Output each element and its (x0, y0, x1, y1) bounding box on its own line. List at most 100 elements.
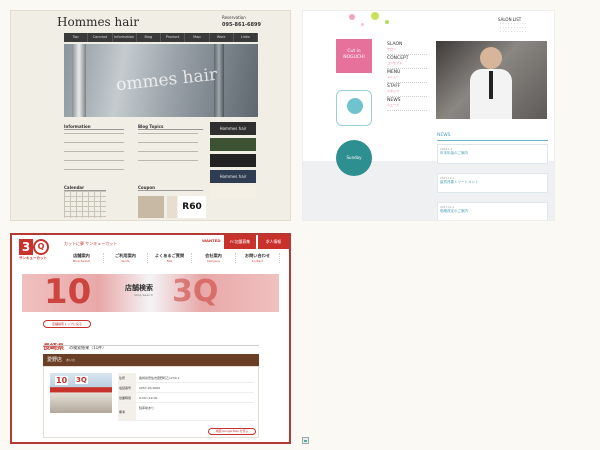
info-key: 住所 (118, 373, 136, 382)
storefront-sign: 3Q (75, 376, 88, 384)
side-banner[interactable] (210, 138, 256, 151)
google-map-button[interactable]: 地図 Google Map を見る (208, 428, 256, 435)
nav-item-company[interactable]: 会社案内 Company (192, 253, 236, 263)
side-banner[interactable]: Hommes hair (210, 170, 256, 183)
hero-text: ommes hair (115, 64, 219, 96)
cut-in-noguchi-thumbnail[interactable]: Cut in NOGUCHI Sunday SLAON サロン CONCEPT コン… (302, 10, 555, 221)
nav-item[interactable]: Map (185, 33, 210, 42)
nav-sub: Company (206, 259, 221, 263)
side-banner[interactable] (210, 186, 256, 199)
logo-line: Cut in (347, 49, 361, 54)
calendar-grid[interactable] (64, 191, 106, 218)
news-title: 年末年始のご案内 (440, 151, 468, 155)
logo-line: NOGUCHI (343, 55, 365, 60)
decor-dot (349, 14, 355, 20)
info-row: 備考 駐車場あり (118, 403, 254, 421)
info-value: 0957-00-0000 (139, 386, 161, 390)
illustration-badge[interactable] (336, 90, 372, 126)
sunday-badge[interactable]: Sunday (336, 140, 372, 176)
nav-sub: FAQ (166, 259, 173, 263)
nav-sub: Contact (252, 259, 263, 263)
reservation-label: Reservation (222, 15, 246, 20)
news-item[interactable]: 2018.1.1 年末年始のご案内 (437, 144, 548, 164)
recruit-button[interactable]: 求人情報 (258, 235, 289, 249)
info-value: 長崎県雲仙市愛野町乙1234-1 (139, 376, 180, 380)
information-heading: Information (64, 124, 124, 130)
wanted-label[interactable]: WANTED (202, 238, 220, 243)
coupon-photo[interactable] (167, 196, 177, 218)
info-key: 電話番号 (118, 383, 136, 392)
decor-dot (385, 20, 389, 24)
information-list (64, 133, 124, 178)
site-logo[interactable]: Cut in NOGUCHI (336, 39, 372, 73)
side-menu: SLAON サロン CONCEPT コンセプト MENU メニュー STAFF スタッフ… (387, 42, 427, 112)
hommes-hair-thumbnail[interactable]: Hommes hair Reservation 095-861-6899 Top… (10, 10, 291, 221)
salon-list: ・・・・・・・・・・ ・・・・・・・・・・ ・・・・・・・・・・ (499, 22, 527, 34)
coupon-photo[interactable] (138, 196, 164, 218)
news-item[interactable]: 2017.12.1 髪質改善トリートメント (437, 173, 548, 193)
news-item[interactable]: 2017.11.1 価格改定のご案内 (437, 202, 548, 220)
decor-dot (361, 23, 364, 26)
info-row: 営業時間 9:00〜19:00 (118, 393, 254, 403)
info-key: 備考 (118, 403, 136, 420)
fc-button[interactable]: FC加盟募集 (224, 235, 256, 249)
info-key: 営業時間 (118, 393, 136, 402)
shop-info-table: 住所 長崎県雲仙市愛野町乙1234-1 電話番号 0957-00-0000 営業時間… (118, 373, 254, 421)
menu-sub: スタッフ (387, 89, 400, 93)
site-logo[interactable]: Hommes hair (57, 15, 139, 29)
blog-list (138, 133, 198, 169)
coupon-r60[interactable]: R60 (178, 196, 206, 218)
info-row: 電話番号 0957-00-0000 (118, 383, 254, 393)
hero-title: 店舗検索 (125, 284, 153, 292)
menu-item-news[interactable]: NEWS ニュース (387, 98, 427, 111)
nav-item[interactable]: Product (161, 33, 186, 42)
nav-item[interactable]: Links (234, 33, 258, 42)
back-to-search-button[interactable]: 店舗検索トップに戻る (43, 320, 91, 328)
news-title: 価格改定のご案内 (440, 209, 468, 213)
shop-card: 10 3Q 住所 長崎県雲仙市愛野町乙1234-1 電話番号 0957-00-000… (43, 366, 259, 438)
tagline: カットに夢 サンキューカット (64, 241, 118, 246)
glass-pillar (72, 44, 86, 117)
face-icon (347, 98, 363, 114)
blog-heading: Blog Topics (138, 124, 203, 130)
coupon-heading: Coupon (138, 185, 203, 191)
side-banner[interactable] (210, 154, 256, 167)
hero-image: ommes hair (64, 44, 258, 117)
nav-item-shop[interactable]: 店舗案内 Shop Search (60, 253, 104, 263)
nav-item-guide[interactable]: ご利用案内 Guide (104, 253, 148, 263)
nav-item[interactable]: Work (210, 33, 234, 42)
global-nav: Top Concept Information Blog Product Map… (64, 33, 258, 42)
shop-kana: あいの (66, 358, 76, 362)
nav-item[interactable]: Top (64, 33, 89, 42)
menu-sub: メニュー (387, 75, 400, 79)
qcut-thumbnail[interactable]: 3 Q サンキューカット カットに夢 サンキューカット WANTED FC加盟募… (10, 233, 291, 444)
info-value: 9:00〜19:00 (139, 396, 158, 400)
info-row: 住所 長崎県雲仙市愛野町乙1234-1 (118, 373, 254, 383)
menu-item-concept[interactable]: CONCEPT コンセプト (387, 56, 427, 69)
hero-subtitle: Shop Search (134, 293, 153, 297)
side-banner[interactable]: Hommes hair (210, 122, 256, 135)
brand-name: サンキューカット (19, 256, 47, 260)
phone-number: 095-861-6899 (222, 22, 261, 28)
global-nav: 店舗案内 Shop Search ご利用案内 Guide よくあるご質問 FAQ 会社… (60, 253, 280, 263)
nav-item[interactable]: Blog (137, 33, 161, 42)
hero-sign-10: 10 (44, 272, 92, 312)
nav-item-faq[interactable]: よくあるご質問 FAQ (148, 253, 192, 263)
news-heading: NEWS (437, 133, 451, 138)
broken-image-icon (302, 437, 309, 444)
menu-item-menu[interactable]: MENU メニュー (387, 70, 427, 83)
nav-item[interactable]: Information (113, 33, 137, 42)
shop-header[interactable]: 愛野店 あいの (43, 354, 259, 366)
nav-sub: Shop Search (72, 259, 91, 263)
news-title: 髪質改善トリートメント (440, 180, 479, 184)
menu-item-salon[interactable]: SLAON サロン (387, 42, 427, 55)
storefront-sign: 10 (55, 376, 69, 385)
menu-item-staff[interactable]: STAFF スタッフ (387, 84, 427, 97)
nav-item-contact[interactable]: お問い合わせ Contact (236, 253, 280, 263)
logo-number: 3 (19, 239, 33, 255)
hero-banner: 10 3Q 店舗検索 Shop Search (22, 272, 279, 312)
nav-item[interactable]: Concept (88, 33, 113, 42)
search-result-heading: 長崎県 の検索結果（11件） (43, 334, 106, 353)
shop-name: 愛野店 (47, 357, 63, 363)
info-value: 駐車場あり (139, 406, 155, 410)
